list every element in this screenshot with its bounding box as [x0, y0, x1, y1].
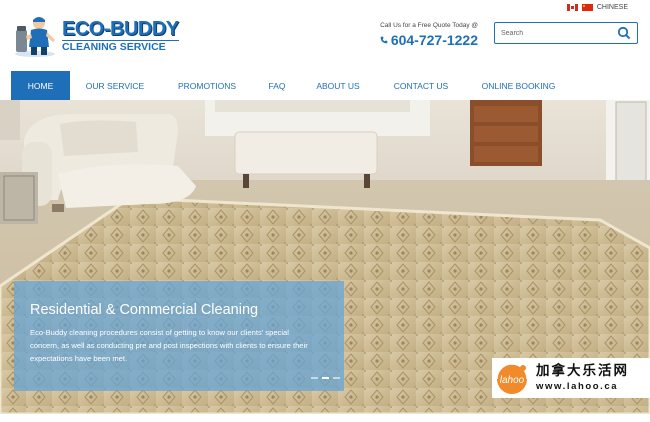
logo-subtitle: CLEANING SERVICE — [62, 40, 179, 53]
hero-caption: Residential & Commercial Cleaning Eco-Bu… — [14, 281, 344, 391]
phone-link[interactable]: 604-727-1222 — [360, 32, 478, 48]
watermark-chinese: 加拿大乐活网 — [536, 362, 629, 378]
page: CHINESE ECO-BUDDY CLEANING SERVICE Call … — [0, 0, 650, 422]
mascot-icon — [15, 17, 55, 57]
search-icon[interactable] — [617, 26, 631, 40]
phone-icon — [380, 36, 388, 44]
phone-number[interactable]: 604-727-1222 — [391, 32, 478, 48]
nav-promotions[interactable]: PROMOTIONS — [177, 71, 237, 100]
nav-our-service[interactable]: OUR SERVICE — [85, 71, 145, 100]
call-us-block: Call Us for a Free Quote Today @ 604-727… — [360, 22, 478, 48]
canada-flag-icon[interactable] — [566, 4, 578, 11]
main-nav: HOME OUR SERVICE PROMOTIONS FAQ ABOUT US… — [0, 71, 650, 100]
nav-home[interactable]: HOME — [11, 71, 70, 100]
hero-text: Eco-Buddy cleaning procedures consist of… — [30, 328, 308, 363]
slider-dot[interactable] — [333, 377, 340, 379]
china-flag-icon[interactable] — [581, 4, 593, 11]
svg-text:lahoo: lahoo — [500, 375, 525, 386]
search-input[interactable] — [495, 23, 613, 43]
language-switcher[interactable]: CHINESE — [566, 4, 628, 11]
nav-about-us[interactable]: ABOUT US — [315, 71, 361, 100]
nav-contact-us[interactable]: CONTACT US — [392, 71, 450, 100]
lahoo-logo-icon: lahoo — [496, 363, 528, 394]
call-us-label: Call Us for a Free Quote Today @ — [380, 22, 478, 29]
slider-dot[interactable] — [311, 377, 318, 379]
nav-faq[interactable]: FAQ — [267, 71, 287, 100]
watermark-url: www.lahoo.ca — [536, 380, 619, 392]
logo-title: ECO-BUDDY — [62, 18, 179, 41]
hero-title: Residential & Commercial Cleaning — [30, 302, 259, 318]
slider-dot-active[interactable] — [322, 377, 329, 379]
language-label[interactable]: CHINESE — [597, 4, 628, 11]
slider-dots — [311, 377, 340, 379]
site-logo[interactable]: ECO-BUDDY CLEANING SERVICE — [12, 14, 179, 58]
search-box — [494, 22, 638, 44]
watermark: lahoo 加拿大乐活网 www.lahoo.ca — [492, 358, 650, 398]
nav-online-booking[interactable]: ONLINE BOOKING — [481, 71, 556, 100]
